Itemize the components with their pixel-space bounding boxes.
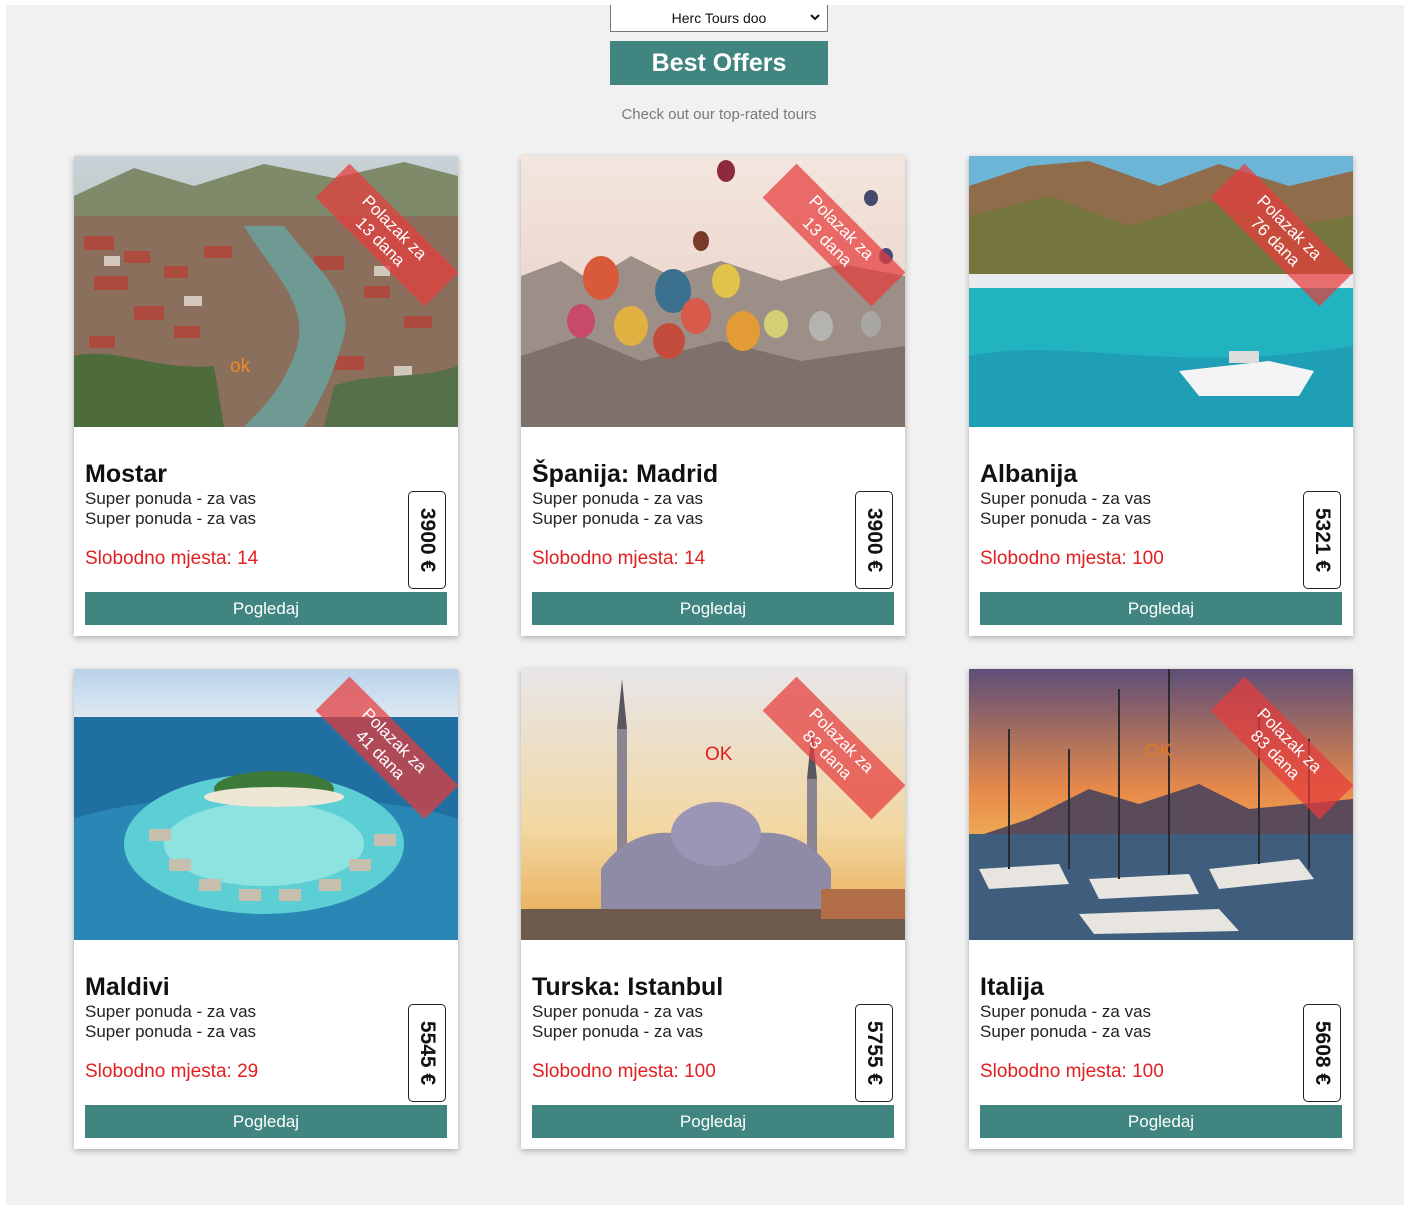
tour-card: Polazak za 76 dana Albanija Super ponuda… [969,156,1353,636]
view-button[interactable]: Pogledaj [980,1105,1342,1138]
tour-title: Maldivi [85,973,170,1001]
tour-description: Super ponuda - za vas [532,509,704,528]
page-title: Best Offers [610,41,828,85]
available-seats: Slobodno mjesta: 100 [980,548,1164,569]
price-value: 5755 € [863,1020,887,1086]
price-value: 5608 € [1311,1020,1335,1086]
available-seats: Slobodno mjesta: 100 [980,1061,1164,1082]
harbor-sunset-photo [969,669,1353,940]
tour-card: OK Polazak za 83 dana Turska: Istanbul S… [521,669,905,1149]
tour-description: Super ponuda - za vas [85,489,257,508]
agency-select-value: Herc Tours doo [671,10,767,26]
tour-description: Super ponuda - za vas [85,1002,257,1021]
tour-description: Super ponuda - za vas [980,489,1152,508]
ok-label: ok [230,356,251,377]
tour-card: ok Polazak za 13 dana Mostar Super ponud… [74,156,458,636]
tour-title: Italija [980,973,1044,1001]
tour-description: Super ponuda - za vas [532,1022,704,1041]
tour-description: Super ponuda - za vas [532,489,704,508]
ok-label: OK [1145,741,1173,762]
tour-card: Polazak za 41 dana Maldivi Super ponuda … [74,669,458,1149]
price-value: 5545 € [416,1020,440,1086]
tour-title: Turska: Istanbul [532,973,724,1001]
price-tag: 5608 € [1303,1004,1341,1102]
price-tag: 5321 € [1303,491,1341,589]
price-tag: 5755 € [855,1004,893,1102]
tour-description: Super ponuda - za vas [85,1022,257,1041]
price-value: 3900 € [863,507,887,573]
tour-description: Super ponuda - za vas [980,1022,1152,1041]
view-button[interactable]: Pogledaj [85,592,447,625]
tour-card: OK Polazak za 83 dana Italija Super ponu… [969,669,1353,1149]
tour-title: Albanija [980,460,1078,488]
tour-description: Super ponuda - za vas [980,509,1152,528]
available-seats: Slobodno mjesta: 29 [85,1061,259,1082]
view-button[interactable]: Pogledaj [85,1105,447,1138]
price-tag: 3900 € [855,491,893,589]
price-tag: 3900 € [408,491,446,589]
page-background: Herc Tours doo Best Offers Check out our… [6,5,1404,1205]
price-tag: 5545 € [408,1004,446,1102]
price-value: 3900 € [416,507,440,573]
view-button[interactable]: Pogledaj [980,592,1342,625]
city-river-photo [74,156,458,427]
mosque-photo [521,669,905,940]
tour-title: Mostar [85,460,167,488]
price-value: 5321 € [1311,507,1335,573]
tour-card: Polazak za 13 dana Španija: Madrid Super… [521,156,905,636]
coastal-bay-photo [969,156,1353,427]
ok-label: OK [705,744,733,765]
tour-title: Španija: Madrid [532,460,719,488]
page-subtitle: Check out our top-rated tours [621,106,817,123]
available-seats: Slobodno mjesta: 14 [85,548,259,569]
agency-select[interactable]: Herc Tours doo [610,5,828,32]
view-button[interactable]: Pogledaj [532,592,894,625]
view-button[interactable]: Pogledaj [532,1105,894,1138]
island-resort-photo [74,669,458,940]
tour-description: Super ponuda - za vas [85,509,257,528]
available-seats: Slobodno mjesta: 100 [532,1061,716,1082]
available-seats: Slobodno mjesta: 14 [532,548,706,569]
tour-description: Super ponuda - za vas [532,1002,704,1021]
tour-description: Super ponuda - za vas [980,1002,1152,1021]
chevron-down-icon [810,14,820,21]
hot-air-balloons-photo [521,156,905,427]
